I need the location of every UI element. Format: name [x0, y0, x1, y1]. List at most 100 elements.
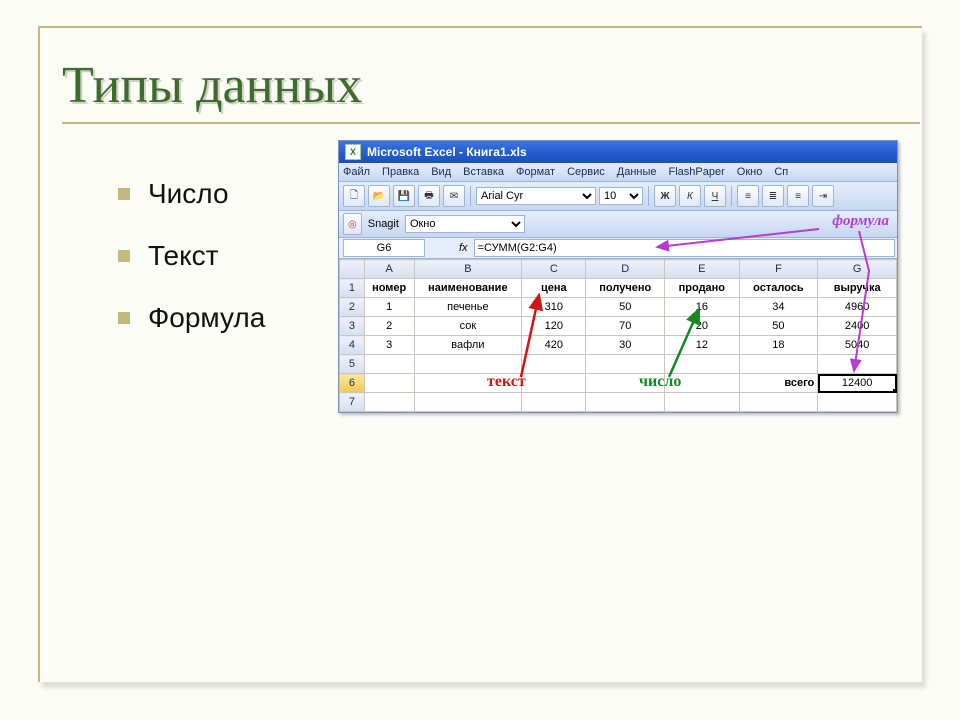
- cell[interactable]: вафли: [414, 336, 522, 355]
- snagit-icon[interactable]: ◎: [343, 213, 362, 235]
- align-right-icon[interactable]: ≡: [787, 185, 809, 207]
- row-head-4[interactable]: 4: [340, 336, 365, 355]
- cell[interactable]: 120: [522, 317, 586, 336]
- merge-icon[interactable]: ⇥: [812, 185, 834, 207]
- table-row: 4 3 вафли 420 30 12 18 5040: [340, 336, 897, 355]
- cell[interactable]: 3: [364, 336, 414, 355]
- cell[interactable]: [414, 374, 522, 393]
- cell[interactable]: 34: [739, 298, 818, 317]
- cell[interactable]: [522, 393, 586, 412]
- cell[interactable]: [364, 355, 414, 374]
- cell[interactable]: печенье: [414, 298, 522, 317]
- cell[interactable]: осталось: [739, 279, 818, 298]
- cell[interactable]: 1: [364, 298, 414, 317]
- italic-icon[interactable]: К: [679, 185, 701, 207]
- cell[interactable]: [818, 393, 897, 412]
- spreadsheet-grid[interactable]: A B C D E F G 1 номер наименование цена …: [339, 259, 897, 412]
- cell[interactable]: [665, 355, 740, 374]
- save-icon[interactable]: 💾: [393, 185, 415, 207]
- name-box[interactable]: G6: [343, 239, 425, 257]
- align-left-icon[interactable]: ≡: [737, 185, 759, 207]
- cell-total-value[interactable]: 12400: [818, 374, 897, 393]
- app-title: Microsoft Excel - Книга1.xls: [367, 145, 527, 159]
- row-head-2[interactable]: 2: [340, 298, 365, 317]
- cell[interactable]: цена: [522, 279, 586, 298]
- cell[interactable]: выручка: [818, 279, 897, 298]
- select-all-corner[interactable]: [340, 260, 365, 279]
- cell[interactable]: [818, 355, 897, 374]
- cell[interactable]: 5040: [818, 336, 897, 355]
- cell[interactable]: [364, 393, 414, 412]
- cell[interactable]: 12: [665, 336, 740, 355]
- col-head-C[interactable]: C: [522, 260, 586, 279]
- cell[interactable]: 4960: [818, 298, 897, 317]
- col-head-G[interactable]: G: [818, 260, 897, 279]
- fx-icon[interactable]: fx: [459, 242, 468, 254]
- menu-file[interactable]: Файл: [343, 166, 370, 178]
- cell[interactable]: [665, 374, 740, 393]
- cell[interactable]: [586, 374, 665, 393]
- col-head-D[interactable]: D: [586, 260, 665, 279]
- align-center-icon[interactable]: ≣: [762, 185, 784, 207]
- menu-insert[interactable]: Вставка: [463, 166, 504, 178]
- row-head-3[interactable]: 3: [340, 317, 365, 336]
- menu-view[interactable]: Вид: [431, 166, 451, 178]
- cell[interactable]: 420: [522, 336, 586, 355]
- cell[interactable]: [414, 393, 522, 412]
- cell[interactable]: 20: [665, 317, 740, 336]
- new-icon[interactable]: 🗋: [343, 185, 365, 207]
- cell[interactable]: 70: [586, 317, 665, 336]
- toolbar-standard: 🗋 📂 💾 🖶 ✉ Arial Cyr 10 Ж К Ч ≡ ≣ ≡ ⇥: [339, 182, 897, 211]
- menu-flashpaper[interactable]: FlashPaper: [669, 166, 725, 178]
- cell[interactable]: 2400: [818, 317, 897, 336]
- cell[interactable]: наименование: [414, 279, 522, 298]
- row-head-5[interactable]: 5: [340, 355, 365, 374]
- permission-icon[interactable]: ✉: [443, 185, 465, 207]
- cell[interactable]: 50: [739, 317, 818, 336]
- cell[interactable]: 30: [586, 336, 665, 355]
- menu-format[interactable]: Формат: [516, 166, 555, 178]
- cell[interactable]: [739, 355, 818, 374]
- print-icon[interactable]: 🖶: [418, 185, 440, 207]
- col-head-F[interactable]: F: [739, 260, 818, 279]
- cell[interactable]: получено: [586, 279, 665, 298]
- cell[interactable]: [364, 374, 414, 393]
- cell[interactable]: [665, 393, 740, 412]
- bold-icon[interactable]: Ж: [654, 185, 676, 207]
- cell[interactable]: [586, 393, 665, 412]
- cell[interactable]: номер: [364, 279, 414, 298]
- cell[interactable]: 18: [739, 336, 818, 355]
- menu-tools[interactable]: Сервис: [567, 166, 605, 178]
- formula-input[interactable]: =СУММ(G2:G4): [474, 239, 895, 257]
- cell[interactable]: 2: [364, 317, 414, 336]
- cell[interactable]: продано: [665, 279, 740, 298]
- col-head-E[interactable]: E: [665, 260, 740, 279]
- cell[interactable]: [586, 355, 665, 374]
- open-icon[interactable]: 📂: [368, 185, 390, 207]
- menubar[interactable]: Файл Правка Вид Вставка Формат Сервис Да…: [339, 163, 897, 182]
- cell[interactable]: [522, 355, 586, 374]
- cell-total-label[interactable]: всего: [739, 374, 818, 393]
- menu-data[interactable]: Данные: [617, 166, 657, 178]
- cell[interactable]: [414, 355, 522, 374]
- row-head-1[interactable]: 1: [340, 279, 365, 298]
- menu-window[interactable]: Окно: [737, 166, 763, 178]
- cell[interactable]: сок: [414, 317, 522, 336]
- cell[interactable]: [522, 374, 586, 393]
- menu-help[interactable]: Сп: [774, 166, 788, 178]
- row-head-6[interactable]: 6: [340, 374, 365, 393]
- snagit-window-select[interactable]: Окно: [405, 215, 525, 233]
- col-head-B[interactable]: B: [414, 260, 522, 279]
- cell[interactable]: 16: [665, 298, 740, 317]
- cell[interactable]: [739, 393, 818, 412]
- font-size-select[interactable]: 10: [599, 187, 643, 205]
- toolbar-sep: [470, 186, 471, 206]
- underline-icon[interactable]: Ч: [704, 185, 726, 207]
- font-name-select[interactable]: Arial Cyr: [476, 187, 596, 205]
- row-head-7[interactable]: 7: [340, 393, 365, 412]
- excel-window: X Microsoft Excel - Книга1.xls Файл Прав…: [338, 140, 898, 413]
- cell[interactable]: 310: [522, 298, 586, 317]
- menu-edit[interactable]: Правка: [382, 166, 419, 178]
- col-head-A[interactable]: A: [364, 260, 414, 279]
- cell[interactable]: 50: [586, 298, 665, 317]
